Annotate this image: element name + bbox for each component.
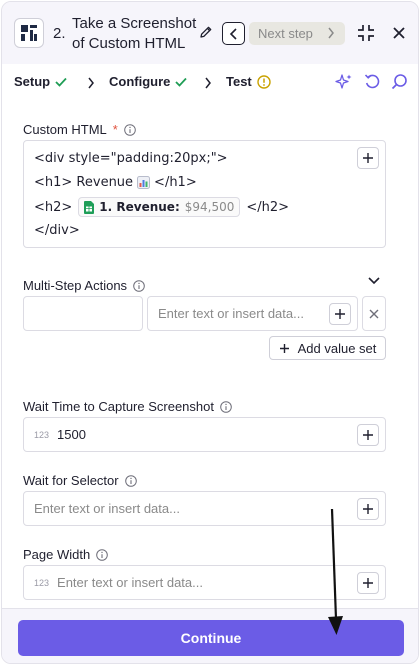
plus-icon [363,430,373,440]
step-number: 2. [53,25,66,42]
collapse-icon[interactable] [357,24,375,42]
plus-icon [363,153,373,163]
pencil-icon[interactable] [199,25,213,39]
google-sheets-icon [84,200,95,214]
insert-data-button[interactable] [357,572,379,594]
wait-time-value: 1500 [57,427,86,442]
multi-step-value-input[interactable]: Enter text or insert data... [147,296,358,331]
next-step-button[interactable]: Next step [249,22,345,45]
chevron-right-icon [328,27,334,39]
plus-icon [363,578,373,588]
close-icon[interactable] [392,26,406,40]
plus-icon [279,343,289,353]
insert-data-button[interactable] [357,498,379,520]
wait-for-selector-label: Wait for Selector [23,473,137,488]
page-width-input[interactable]: 123 Enter text or insert data... [23,565,386,600]
chevron-left-icon [229,27,237,40]
insert-data-button[interactable] [357,424,379,446]
step-title[interactable]: Take a Screenshot of Custom HTML [72,14,200,54]
chevron-right-icon [205,77,211,89]
previous-step-button[interactable] [222,22,245,45]
multi-step-actions-label: Multi-Step Actions [23,278,145,293]
undo-refresh-icon[interactable] [364,73,381,90]
check-icon [175,77,188,87]
code-line: <h2> 1. Revenue: $94,500 </h2> [34,197,289,217]
search-icon[interactable] [391,73,408,90]
data-pill[interactable]: 1. Revenue: $94,500 [78,197,241,217]
code-line: </div> [34,223,80,238]
info-icon[interactable] [133,279,145,292]
plus-icon [335,309,345,319]
chevron-down-icon[interactable] [367,276,381,286]
sparkle-ai-icon[interactable] [335,73,353,91]
wait-time-label: Wait Time to Capture Screenshot [23,399,232,414]
step-header: 2. Take a Screenshot of Custom HTML Next… [2,2,418,64]
multi-step-key-input[interactable] [23,296,143,331]
required-mark: * [112,122,118,137]
remove-row-button[interactable] [362,296,386,331]
custom-html-label: Custom HTML * [23,122,136,137]
chevron-right-icon [88,77,94,89]
pill-value: $94,500 [184,200,235,214]
tab-label: Configure [109,74,171,89]
insert-data-button[interactable] [329,303,351,325]
custom-html-editor[interactable]: <div style="padding:20px;"> <h1> Revenue… [23,140,386,248]
tab-setup[interactable]: Setup [14,74,67,89]
tab-test[interactable]: Test [226,74,271,89]
wait-for-selector-input[interactable]: Enter text or insert data... [23,491,386,526]
step-editor-panel: 2. Take a Screenshot of Custom HTML Next… [1,1,419,664]
code-line: <h1> Revenue </h1> [34,175,197,190]
check-icon [55,77,67,87]
next-step-label: Next step [258,26,313,41]
info-icon[interactable] [124,123,136,136]
insert-data-button[interactable] [357,147,379,169]
plus-icon [363,504,373,514]
step-tabs: Setup Configure Test [2,64,418,100]
app-logo-icon [14,18,44,48]
info-icon[interactable] [124,474,137,487]
number-type-icon: 123 [34,429,50,440]
pill-label: 1. Revenue: [99,200,180,214]
number-type-icon: 123 [34,577,50,588]
tab-configure[interactable]: Configure [109,74,188,89]
info-icon[interactable] [96,548,109,561]
info-icon[interactable] [220,400,232,413]
wait-time-input[interactable]: 123 1500 [23,417,386,452]
code-line: <div style="padding:20px;"> [34,151,228,166]
step-footer: Continue [2,608,418,663]
page-width-label: Page Width [23,547,109,562]
tab-label: Setup [14,74,51,89]
tab-label: Test [226,74,252,89]
close-icon [369,309,379,318]
add-value-set-button[interactable]: Add value set [269,336,386,360]
warning-icon [257,74,271,89]
continue-button[interactable]: Continue [18,620,404,656]
bar-chart-emoji-icon [137,176,151,189]
